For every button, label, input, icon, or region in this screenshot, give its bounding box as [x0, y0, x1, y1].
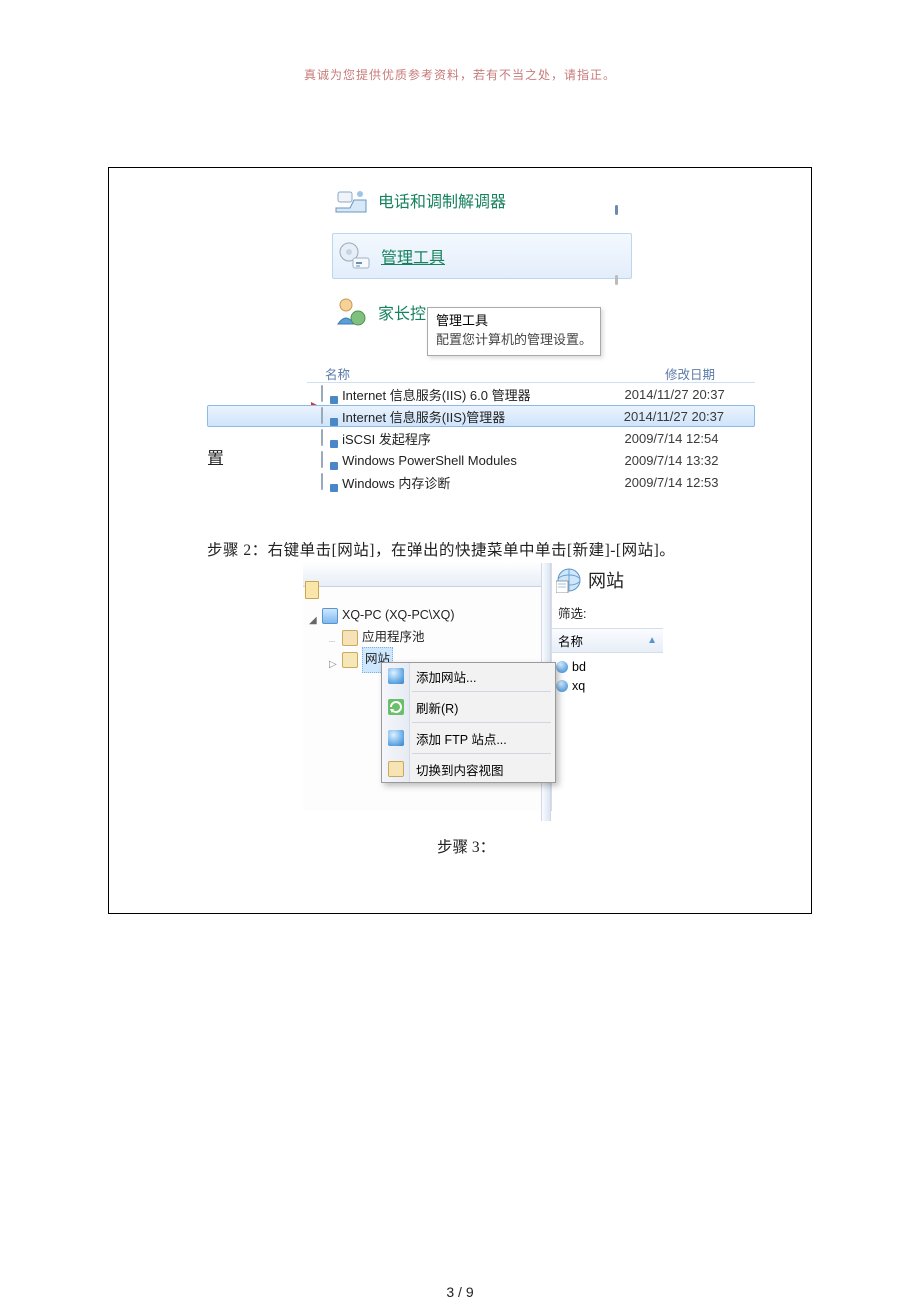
menu-item-add-ftp[interactable]: 添加 FTP 站点...: [382, 725, 555, 751]
site-globe-icon: [556, 661, 568, 673]
site-name: xq: [572, 679, 585, 693]
page-number: 3 / 9: [0, 1284, 920, 1300]
shortcut-file-icon: [321, 452, 336, 468]
server-icon: [322, 608, 338, 624]
tooltip-body: 配置您计算机的管理设置。: [436, 331, 592, 350]
file-date: 2014/11/27 20:37: [625, 387, 746, 402]
tree-node-app-pool[interactable]: ┈ 应用程序池: [309, 627, 455, 649]
menu-separator: [412, 691, 551, 692]
shortcut-file-icon: [321, 408, 336, 424]
site-name: bd: [572, 660, 586, 674]
menu-item-label: 添加网站...: [416, 667, 476, 686]
control-panel-label: 电话和调制解调器: [378, 188, 506, 212]
parental-icon: [332, 294, 370, 330]
iis-toolbar: [303, 563, 551, 587]
globe-add-icon: [388, 668, 404, 684]
sites-globe-icon: [556, 567, 582, 593]
file-date: 2009/7/14 13:32: [625, 453, 746, 468]
list-item[interactable]: Internet 信息服务(IIS)管理器2014/11/27 20:37: [207, 405, 755, 427]
file-name: Windows 内存诊断: [342, 473, 624, 492]
site-list-item[interactable]: bd: [554, 657, 661, 676]
menu-item-add-website[interactable]: 添加网站...: [382, 663, 555, 689]
switch-view-icon: [388, 761, 404, 777]
file-date: 2009/7/14 12:54: [625, 431, 746, 446]
sites-column-header[interactable]: 名称 ▲: [552, 628, 663, 653]
menu-item-label: 添加 FTP 站点...: [416, 729, 507, 748]
menu-separator: [412, 722, 551, 723]
page-frame: 电话和调制解调器 管理工具 家长控 管理工具 配置您计算机的管理设置。 置 名称…: [108, 167, 812, 914]
list-item[interactable]: Windows 内存诊断2009/7/14 12:53: [207, 471, 755, 493]
file-name: Internet 信息服务(IIS)管理器: [342, 407, 624, 426]
tooltip-title: 管理工具: [436, 312, 592, 331]
sites-pane-title: 网站: [552, 563, 663, 601]
phone-modem-icon: [332, 182, 370, 218]
control-panel-item-phone[interactable]: 电话和调制解调器: [332, 177, 632, 223]
file-name: iSCSI 发起程序: [342, 429, 624, 448]
document-header-note: 真诚为您提供优质参考资料，若有不当之处，请指正。: [0, 0, 920, 83]
column-name: 名称: [558, 631, 583, 650]
folder-nav-icon: [305, 581, 319, 599]
menu-item-switch-view[interactable]: 切换到内容视图: [382, 756, 555, 782]
sites-title-text: 网站: [588, 567, 624, 593]
tree-label: XQ-PC (XQ-PC\XQ): [342, 604, 455, 628]
admin-tools-icon: [335, 238, 373, 274]
menu-item-label: 刷新(R): [416, 698, 458, 717]
menu-item-label: 切换到内容视图: [416, 760, 504, 779]
list-item[interactable]: Windows PowerShell Modules2009/7/14 13:3…: [207, 449, 755, 471]
shortcut-file-icon: [321, 430, 336, 446]
column-header-date[interactable]: 修改日期: [665, 364, 715, 382]
file-date: 2009/7/14 12:53: [625, 475, 746, 490]
list-item[interactable]: iSCSI 发起程序2009/7/14 12:54: [207, 427, 755, 449]
file-date: 2014/11/27 20:37: [624, 409, 744, 424]
admin-tools-list: 置 名称 修改日期 Internet 信息服务(IIS) 6.0 管理器2014…: [207, 364, 755, 493]
site-list-item[interactable]: xq: [554, 676, 661, 695]
step-2-text: 步骤 2：右键单击[网站]，在弹出的快捷菜单中单击[新建]-[网站]。: [207, 538, 675, 560]
tooltip: 管理工具 配置您计算机的管理设置。: [427, 307, 601, 356]
site-globe-icon: [556, 680, 568, 692]
column-header-name[interactable]: 名称: [325, 364, 350, 382]
filter-label: 筛选:: [552, 601, 663, 624]
tree-node-server[interactable]: ◢ XQ-PC (XQ-PC\XQ): [309, 605, 455, 627]
list-item[interactable]: Internet 信息服务(IIS) 6.0 管理器2014/11/27 20:…: [207, 383, 755, 405]
context-menu: 添加网站... 刷新(R) 添加 FTP 站点... 切换到内容视图: [381, 662, 556, 783]
file-name: Internet 信息服务(IIS) 6.0 管理器: [342, 385, 624, 404]
scrollbar-fragment: [615, 205, 618, 215]
tree-branch-icon: ┈: [329, 633, 340, 644]
app-pool-icon: [342, 630, 358, 646]
control-panel-label: 管理工具: [381, 244, 445, 268]
control-panel-item-admin-tools[interactable]: 管理工具: [332, 233, 632, 279]
sort-indicator-icon: ▲: [647, 635, 657, 646]
iis-manager-section: ◢ XQ-PC (XQ-PC\XQ) ┈ 应用程序池 ▷ 网站 网站: [303, 563, 663, 821]
tree-toggle-icon[interactable]: ◢: [309, 611, 320, 622]
refresh-icon: [388, 699, 404, 715]
shortcut-file-icon: [321, 386, 336, 402]
list-header: 名称 修改日期: [207, 364, 755, 382]
step-3-text: 步骤 3：: [437, 835, 495, 857]
file-name: Windows PowerShell Modules: [342, 453, 624, 468]
menu-separator: [412, 753, 551, 754]
menu-item-refresh[interactable]: 刷新(R): [382, 694, 555, 720]
sites-folder-icon: [342, 652, 358, 668]
tree-toggle-icon[interactable]: ▷: [329, 655, 340, 666]
shortcut-file-icon: [321, 474, 336, 490]
globe-ftp-icon: [388, 730, 404, 746]
control-panel-label: 家长控: [378, 300, 426, 324]
scrollbar-fragment: [615, 275, 618, 285]
iis-sites-pane: 网站 筛选: 名称 ▲ bd xq: [551, 563, 663, 811]
